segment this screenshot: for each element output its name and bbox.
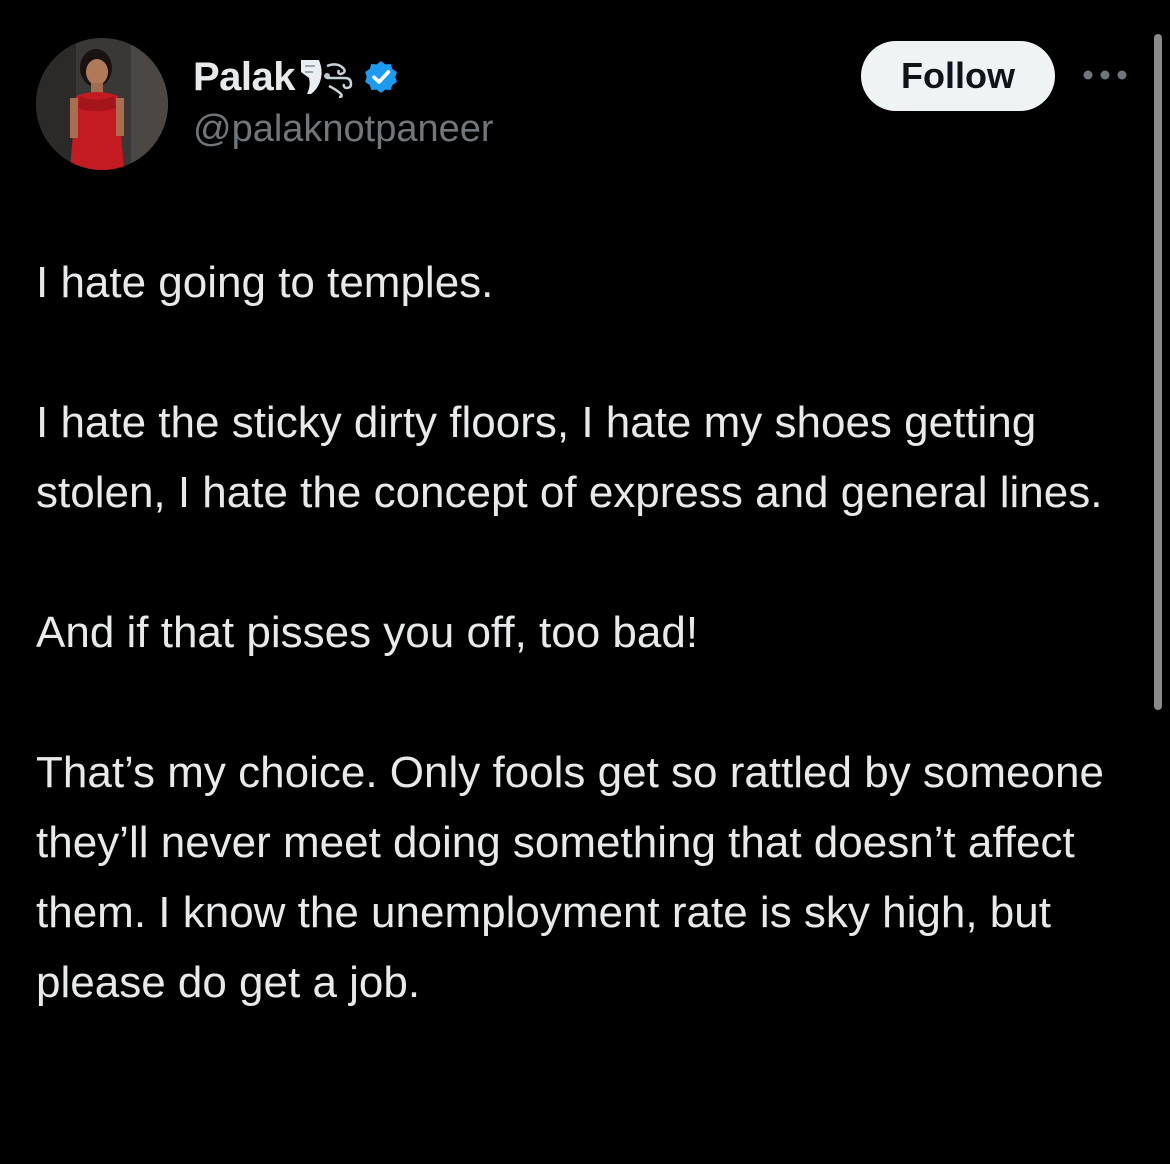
avatar-photo — [36, 38, 168, 170]
tweet-text: I hate going to temples. I hate the stic… — [36, 248, 1141, 1018]
author-handle[interactable]: @palaknotpaneer — [193, 108, 494, 151]
author-name-row[interactable]: Palak — [193, 52, 401, 102]
more-horizontal-icon — [1083, 70, 1127, 80]
avatar[interactable] — [36, 38, 168, 170]
more-options-button[interactable] — [1080, 58, 1130, 92]
author-display-name[interactable]: Palak — [193, 55, 296, 100]
verified-badge-icon[interactable] — [361, 57, 401, 97]
tweet-paragraph: I hate going to temples. — [36, 258, 494, 307]
tweet-paragraph: That’s my choice. Only fools get so ratt… — [36, 748, 1104, 1007]
scrollbar[interactable] — [1154, 34, 1162, 710]
follow-button[interactable]: Follow — [861, 41, 1055, 111]
tweet-paragraph: And if that pisses you off, too bad! — [36, 608, 699, 657]
tweet-paragraph: I hate the sticky dirty floors, I hate m… — [36, 398, 1103, 517]
wind-blowing-face-icon — [297, 56, 355, 99]
